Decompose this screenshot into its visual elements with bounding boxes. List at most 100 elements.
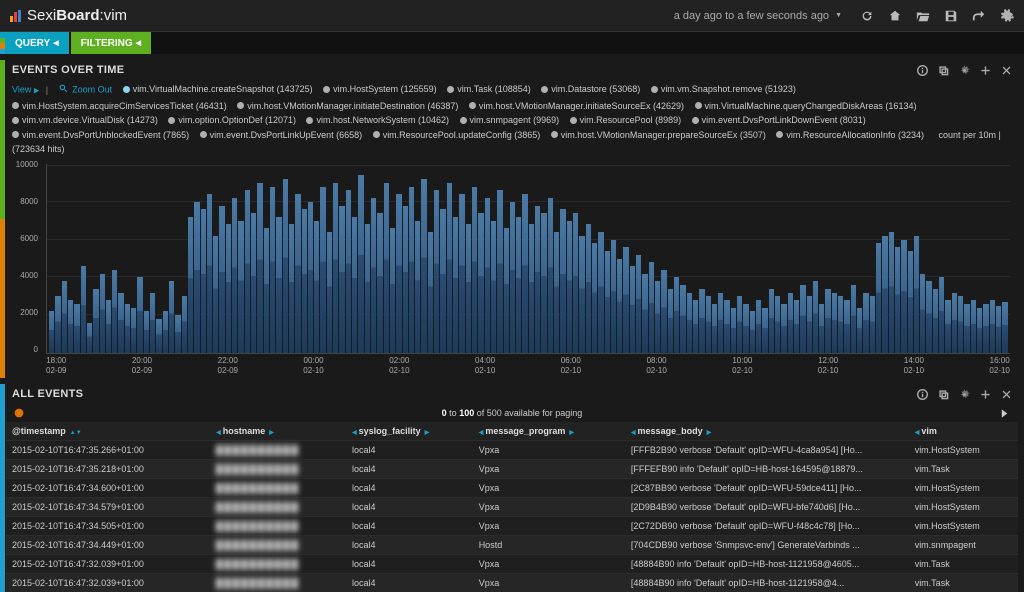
chart-bar[interactable] xyxy=(100,274,105,353)
chart-bar[interactable] xyxy=(819,304,824,353)
chart-bar[interactable] xyxy=(219,206,224,353)
table-row[interactable]: 2015-02-10T16:47:34.600+01:00██████████l… xyxy=(6,479,1018,498)
col-message-body[interactable]: ◀message_body▶ xyxy=(625,422,909,441)
chart-bar[interactable] xyxy=(882,236,887,353)
chart-bar[interactable] xyxy=(983,304,988,353)
gear-icon[interactable] xyxy=(959,389,970,400)
chart-bar[interactable] xyxy=(232,198,237,353)
chart-bar[interactable] xyxy=(352,217,357,353)
chart-bar[interactable] xyxy=(346,190,351,353)
copy-icon[interactable] xyxy=(938,389,949,400)
chart-bar[interactable] xyxy=(106,300,111,353)
chart-bar[interactable] xyxy=(238,221,243,353)
chart-bar[interactable] xyxy=(718,293,723,353)
chart-area[interactable]: 1000080006000400020000 18:0002-0920:0002… xyxy=(6,160,1018,378)
refresh-icon[interactable] xyxy=(860,9,874,23)
plot-area[interactable] xyxy=(46,164,1010,354)
table-row[interactable]: 2015-02-10T16:47:35.218+01:00██████████l… xyxy=(6,460,1018,479)
zoom-out-link[interactable]: Zoom Out xyxy=(72,85,112,95)
col-syslog-facility[interactable]: ◀syslog_facility▶ xyxy=(346,422,473,441)
chart-bar[interactable] xyxy=(118,293,123,353)
legend-item[interactable]: vim.HostSystem (125559) xyxy=(323,82,437,96)
chart-bar[interactable] xyxy=(68,300,73,353)
save-icon[interactable] xyxy=(944,9,958,23)
chart-bar[interactable] xyxy=(813,281,818,353)
col-message-program[interactable]: ◀message_program▶ xyxy=(473,422,625,441)
legend-item[interactable]: vim.host.VMotionManager.initiateSourceEx… xyxy=(469,99,684,113)
chart-bar[interactable] xyxy=(630,266,635,353)
chart-bar[interactable] xyxy=(504,228,509,353)
chart-bar[interactable] xyxy=(706,296,711,353)
chart-bar[interactable] xyxy=(958,296,963,353)
chart-bar[interactable] xyxy=(775,296,780,353)
chart-bar[interactable] xyxy=(87,323,92,353)
chart-bar[interactable] xyxy=(485,198,490,353)
chart-bar[interactable] xyxy=(674,277,679,353)
chart-bar[interactable] xyxy=(428,232,433,353)
chart-bar[interactable] xyxy=(743,304,748,353)
chart-bar[interactable] xyxy=(548,198,553,353)
legend-item[interactable]: vim.event.DvsPortLinkDownEvent (8031) xyxy=(692,113,866,127)
folder-open-icon[interactable] xyxy=(916,9,930,23)
legend-item[interactable]: vim.option.OptionDef (12071) xyxy=(168,113,296,127)
table-row[interactable]: 2015-02-10T16:47:35.266+01:00██████████l… xyxy=(6,441,1018,460)
chart-bar[interactable] xyxy=(403,206,408,353)
chart-bar[interactable] xyxy=(257,183,262,353)
chart-bar[interactable] xyxy=(510,202,515,353)
chart-bar[interactable] xyxy=(617,259,622,354)
chart-bar[interactable] xyxy=(592,243,597,353)
chart-bar[interactable] xyxy=(807,296,812,353)
legend-item[interactable]: vim.HostSystem.acquireCimServicesTicket … xyxy=(12,99,227,113)
table-row[interactable]: 2015-02-10T16:47:34.579+01:00██████████l… xyxy=(6,498,1018,517)
chart-bar[interactable] xyxy=(800,285,805,353)
chart-bar[interactable] xyxy=(415,221,420,353)
chart-bar[interactable] xyxy=(472,187,477,353)
col-timestamp[interactable]: @timestamp▲▼ xyxy=(6,422,210,441)
chart-bar[interactable] xyxy=(62,281,67,353)
chart-bar[interactable] xyxy=(264,228,269,353)
info-icon[interactable] xyxy=(917,65,928,76)
view-link[interactable]: View xyxy=(12,85,31,95)
chart-bar[interactable] xyxy=(459,194,464,353)
chart-bar[interactable] xyxy=(889,232,894,353)
legend-item[interactable]: vim.host.NetworkSystem (10462) xyxy=(306,113,449,127)
chart-bar[interactable] xyxy=(844,300,849,353)
chart-bar[interactable] xyxy=(529,224,534,353)
chart-bar[interactable] xyxy=(687,293,692,353)
close-icon[interactable] xyxy=(1001,65,1012,76)
chart-bar[interactable] xyxy=(213,236,218,353)
chart-bar[interactable] xyxy=(93,289,98,353)
chart-bar[interactable] xyxy=(421,179,426,353)
chart-bar[interactable] xyxy=(112,270,117,353)
chart-bar[interactable] xyxy=(756,300,761,353)
chart-bar[interactable] xyxy=(339,206,344,353)
chart-bar[interactable] xyxy=(908,251,913,353)
chart-bar[interactable] xyxy=(560,209,565,353)
chart-bar[interactable] xyxy=(926,281,931,353)
chart-bar[interactable] xyxy=(699,289,704,353)
chart-bar[interactable] xyxy=(971,300,976,353)
filtering-tab[interactable]: FILTERING◀ xyxy=(71,32,151,54)
chart-bar[interactable] xyxy=(535,206,540,353)
expand-icon[interactable] xyxy=(14,408,24,418)
chart-bar[interactable] xyxy=(876,243,881,353)
chart-bar[interactable] xyxy=(270,187,275,353)
query-tab[interactable]: QUERY◀ xyxy=(5,32,69,54)
chart-bar[interactable] xyxy=(977,308,982,353)
chart-bar[interactable] xyxy=(55,296,60,353)
plus-icon[interactable] xyxy=(980,389,991,400)
chart-bar[interactable] xyxy=(522,194,527,353)
chart-bar[interactable] xyxy=(933,289,938,353)
chart-bar[interactable] xyxy=(156,319,161,353)
legend-item[interactable]: vim.Task (108854) xyxy=(447,82,531,96)
chart-bar[interactable] xyxy=(226,224,231,353)
chart-bar[interactable] xyxy=(182,296,187,353)
chart-bar[interactable] xyxy=(434,190,439,353)
legend-item[interactable]: vim.ResourcePool (8989) xyxy=(570,113,682,127)
chart-bar[interactable] xyxy=(712,304,717,353)
chart-bar[interactable] xyxy=(466,224,471,353)
chart-bar[interactable] xyxy=(409,187,414,353)
chart-bar[interactable] xyxy=(295,194,300,353)
chart-bar[interactable] xyxy=(333,183,338,353)
legend-item[interactable]: vim.ResourcePool.updateConfig (3865) xyxy=(373,128,541,142)
